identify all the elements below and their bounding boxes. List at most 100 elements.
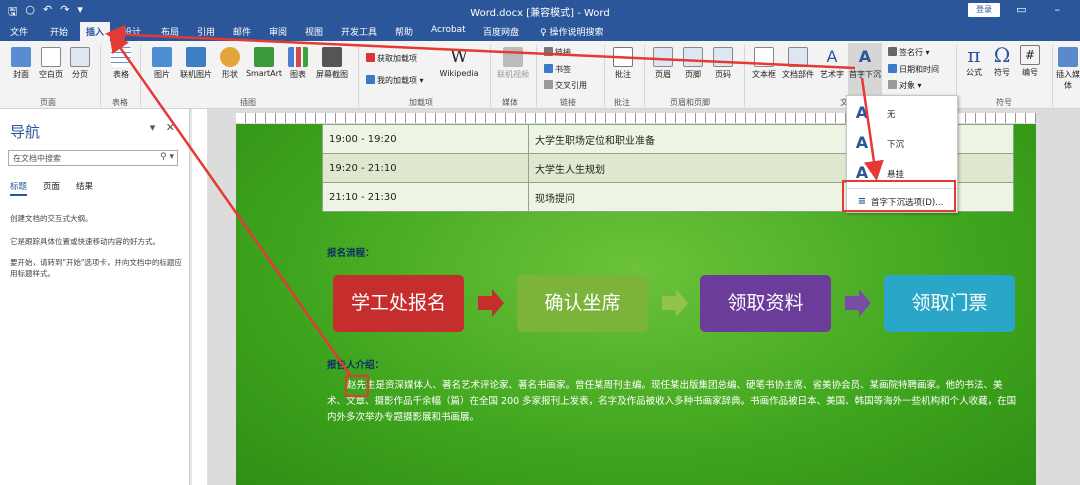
comment-button[interactable]: 批注 bbox=[610, 47, 636, 80]
header-icon bbox=[653, 47, 673, 67]
group-separator bbox=[490, 45, 491, 107]
nav-search-input[interactable]: 在文档中搜索 ⚲ ▾ bbox=[8, 150, 178, 166]
shapes-button[interactable]: 形状 bbox=[218, 47, 242, 80]
tab-view[interactable]: 视图 bbox=[305, 25, 323, 38]
drop-cap-icon: A bbox=[858, 47, 872, 66]
tab-references[interactable]: 引用 bbox=[197, 25, 215, 38]
tab-review[interactable]: 审阅 bbox=[269, 25, 287, 38]
tab-insert[interactable]: 插入 bbox=[80, 22, 111, 41]
number-icon: # bbox=[1020, 45, 1040, 65]
online-video-button[interactable]: 联机视频 bbox=[494, 47, 532, 80]
tab-acrobat[interactable]: Acrobat bbox=[431, 25, 466, 35]
nav-hint-text: 创建文档的交互式大纲。 bbox=[10, 214, 93, 223]
my-addins-button[interactable]: 我的加载项 ▾ bbox=[366, 75, 424, 86]
smartart-button[interactable]: SmartArt bbox=[244, 47, 284, 78]
page-break-button[interactable]: 分页 bbox=[68, 47, 92, 80]
group-separator bbox=[604, 45, 605, 107]
symbol-button[interactable]: Ω 符号 bbox=[990, 45, 1014, 78]
pictures-button[interactable]: 图片 bbox=[150, 47, 174, 80]
nav-tab-results[interactable]: 结果 bbox=[76, 180, 93, 196]
object-button[interactable]: 对象 ▾ bbox=[888, 80, 922, 91]
group-label-links: 链接 bbox=[560, 98, 576, 107]
nav-tab-pages[interactable]: 页面 bbox=[43, 180, 60, 196]
wordart-button[interactable]: A 艺术字 bbox=[818, 47, 846, 80]
bookmark-button[interactable]: 书签 bbox=[544, 64, 571, 75]
nav-pane-title: 导航 bbox=[10, 123, 41, 141]
tab-baidu[interactable]: 百度网盘 bbox=[483, 25, 519, 38]
group-separator bbox=[644, 45, 645, 107]
tab-developer[interactable]: 开发工具 bbox=[341, 25, 377, 38]
chart-button[interactable]: 图表 bbox=[286, 47, 310, 80]
quick-parts-button[interactable]: 文档部件 bbox=[780, 47, 816, 80]
drop-cap-none-item[interactable]: A无 bbox=[847, 100, 957, 126]
tab-design[interactable]: 设计 bbox=[123, 25, 141, 38]
footer-button[interactable]: 页脚 bbox=[680, 47, 706, 80]
flow-heading: 报名流程： bbox=[327, 248, 375, 259]
topic-cell[interactable]: 现场提问 bbox=[528, 182, 878, 212]
topic-cell[interactable]: 大学生人生规划 bbox=[528, 153, 878, 183]
cross-reference-icon bbox=[544, 80, 553, 89]
time-cell[interactable]: 21:10 - 21:30 bbox=[322, 182, 529, 212]
minimize-icon[interactable]: – bbox=[1055, 3, 1061, 16]
tab-layout[interactable]: 布局 bbox=[161, 25, 179, 38]
table-icon bbox=[111, 47, 131, 67]
quick-parts-icon bbox=[788, 47, 808, 67]
flow-step[interactable]: 领取资料 bbox=[700, 275, 831, 332]
tell-me-search[interactable]: ♀ 操作说明搜索 bbox=[540, 25, 603, 38]
nav-options-icon[interactable]: ▾ bbox=[150, 121, 156, 134]
group-separator bbox=[536, 45, 537, 107]
highlight-first-char bbox=[345, 375, 369, 397]
signature-line-icon bbox=[888, 47, 897, 56]
group-label-header-footer: 页眉和页脚 bbox=[670, 98, 710, 107]
nav-tab-headings[interactable]: 标题 bbox=[10, 180, 28, 196]
time-cell[interactable]: 19:00 - 19:20 bbox=[322, 124, 529, 154]
ribbon-display-icon[interactable]: ▭ bbox=[1016, 3, 1026, 16]
cross-reference-button[interactable]: 交叉引用 bbox=[544, 80, 587, 91]
page-break-icon bbox=[70, 47, 90, 67]
table-button[interactable]: 表格 bbox=[108, 47, 134, 80]
navigation-pane: 导航 ▾ ✕ 在文档中搜索 ⚲ ▾ 标题 页面 结果 创建文档的交互式大纲。 它是… bbox=[0, 109, 190, 485]
group-separator bbox=[1052, 45, 1053, 107]
close-icon[interactable]: ✕ bbox=[166, 121, 175, 134]
flow-step[interactable]: 领取门票 bbox=[884, 275, 1015, 332]
intro-paragraph[interactable]: 赵先生是资深媒体人、著名艺术评论家、著名书画家。曾任某周刊主编。现任某出版集团总… bbox=[327, 378, 1017, 426]
tab-mailings[interactable]: 邮件 bbox=[233, 25, 251, 38]
wikipedia-button[interactable]: W Wikipedia bbox=[438, 47, 480, 78]
equation-button[interactable]: π 公式 bbox=[962, 45, 986, 78]
date-time-button[interactable]: 日期和时间 bbox=[888, 64, 939, 75]
link-button[interactable]: 链接 bbox=[544, 47, 571, 58]
bookmark-icon bbox=[544, 64, 553, 73]
flow-step[interactable]: 学工处报名 bbox=[333, 275, 464, 332]
text-box-button[interactable]: 文本框 bbox=[750, 47, 778, 80]
insert-media-button[interactable]: 插入媒体 bbox=[1056, 47, 1080, 91]
tab-file[interactable]: 文件 bbox=[10, 25, 28, 38]
group-separator bbox=[140, 45, 141, 107]
header-button[interactable]: 页眉 bbox=[650, 47, 676, 80]
page-number-button[interactable]: 页码 bbox=[710, 47, 736, 80]
chart-icon bbox=[288, 47, 308, 67]
tab-help[interactable]: 帮助 bbox=[395, 25, 413, 38]
tab-home[interactable]: 开始 bbox=[50, 25, 68, 38]
drop-cap-dropped-icon: A bbox=[855, 133, 869, 152]
get-addins-button[interactable]: 获取加载项 bbox=[366, 53, 417, 64]
screenshot-button[interactable]: 屏幕截图 bbox=[312, 47, 352, 80]
drop-cap-button[interactable]: A 首字下沉 bbox=[848, 43, 882, 95]
group-separator bbox=[744, 45, 745, 107]
cover-page-button[interactable]: 封面 bbox=[8, 47, 34, 80]
flow-step[interactable]: 确认坐席 bbox=[517, 275, 648, 332]
nav-hint-text: 要开始，请转到"开始"选项卡，并向文档中的标题应用标题样式。 bbox=[10, 258, 182, 278]
video-icon bbox=[503, 47, 523, 67]
document-title: Word.docx [兼容模式] - Word bbox=[470, 8, 610, 19]
group-label-pages: 页面 bbox=[40, 98, 56, 107]
time-cell[interactable]: 19:20 - 21:10 bbox=[322, 153, 529, 183]
numbering-button[interactable]: # 编号 bbox=[1018, 45, 1042, 78]
media-icon bbox=[1058, 47, 1078, 67]
blank-page-button[interactable]: 空白页 bbox=[36, 47, 66, 80]
signature-line-button[interactable]: 签名行 ▾ bbox=[888, 47, 930, 58]
search-icon[interactable]: ⚲ ▾ bbox=[160, 152, 174, 162]
group-label-illustrations: 插图 bbox=[240, 98, 256, 107]
login-button[interactable]: 登录 bbox=[968, 3, 1000, 17]
topic-cell[interactable]: 大学生职场定位和职业准备 bbox=[528, 124, 878, 154]
drop-cap-dropped-item[interactable]: A 下沉 bbox=[847, 130, 957, 156]
online-pictures-button[interactable]: 联机图片 bbox=[176, 47, 216, 80]
